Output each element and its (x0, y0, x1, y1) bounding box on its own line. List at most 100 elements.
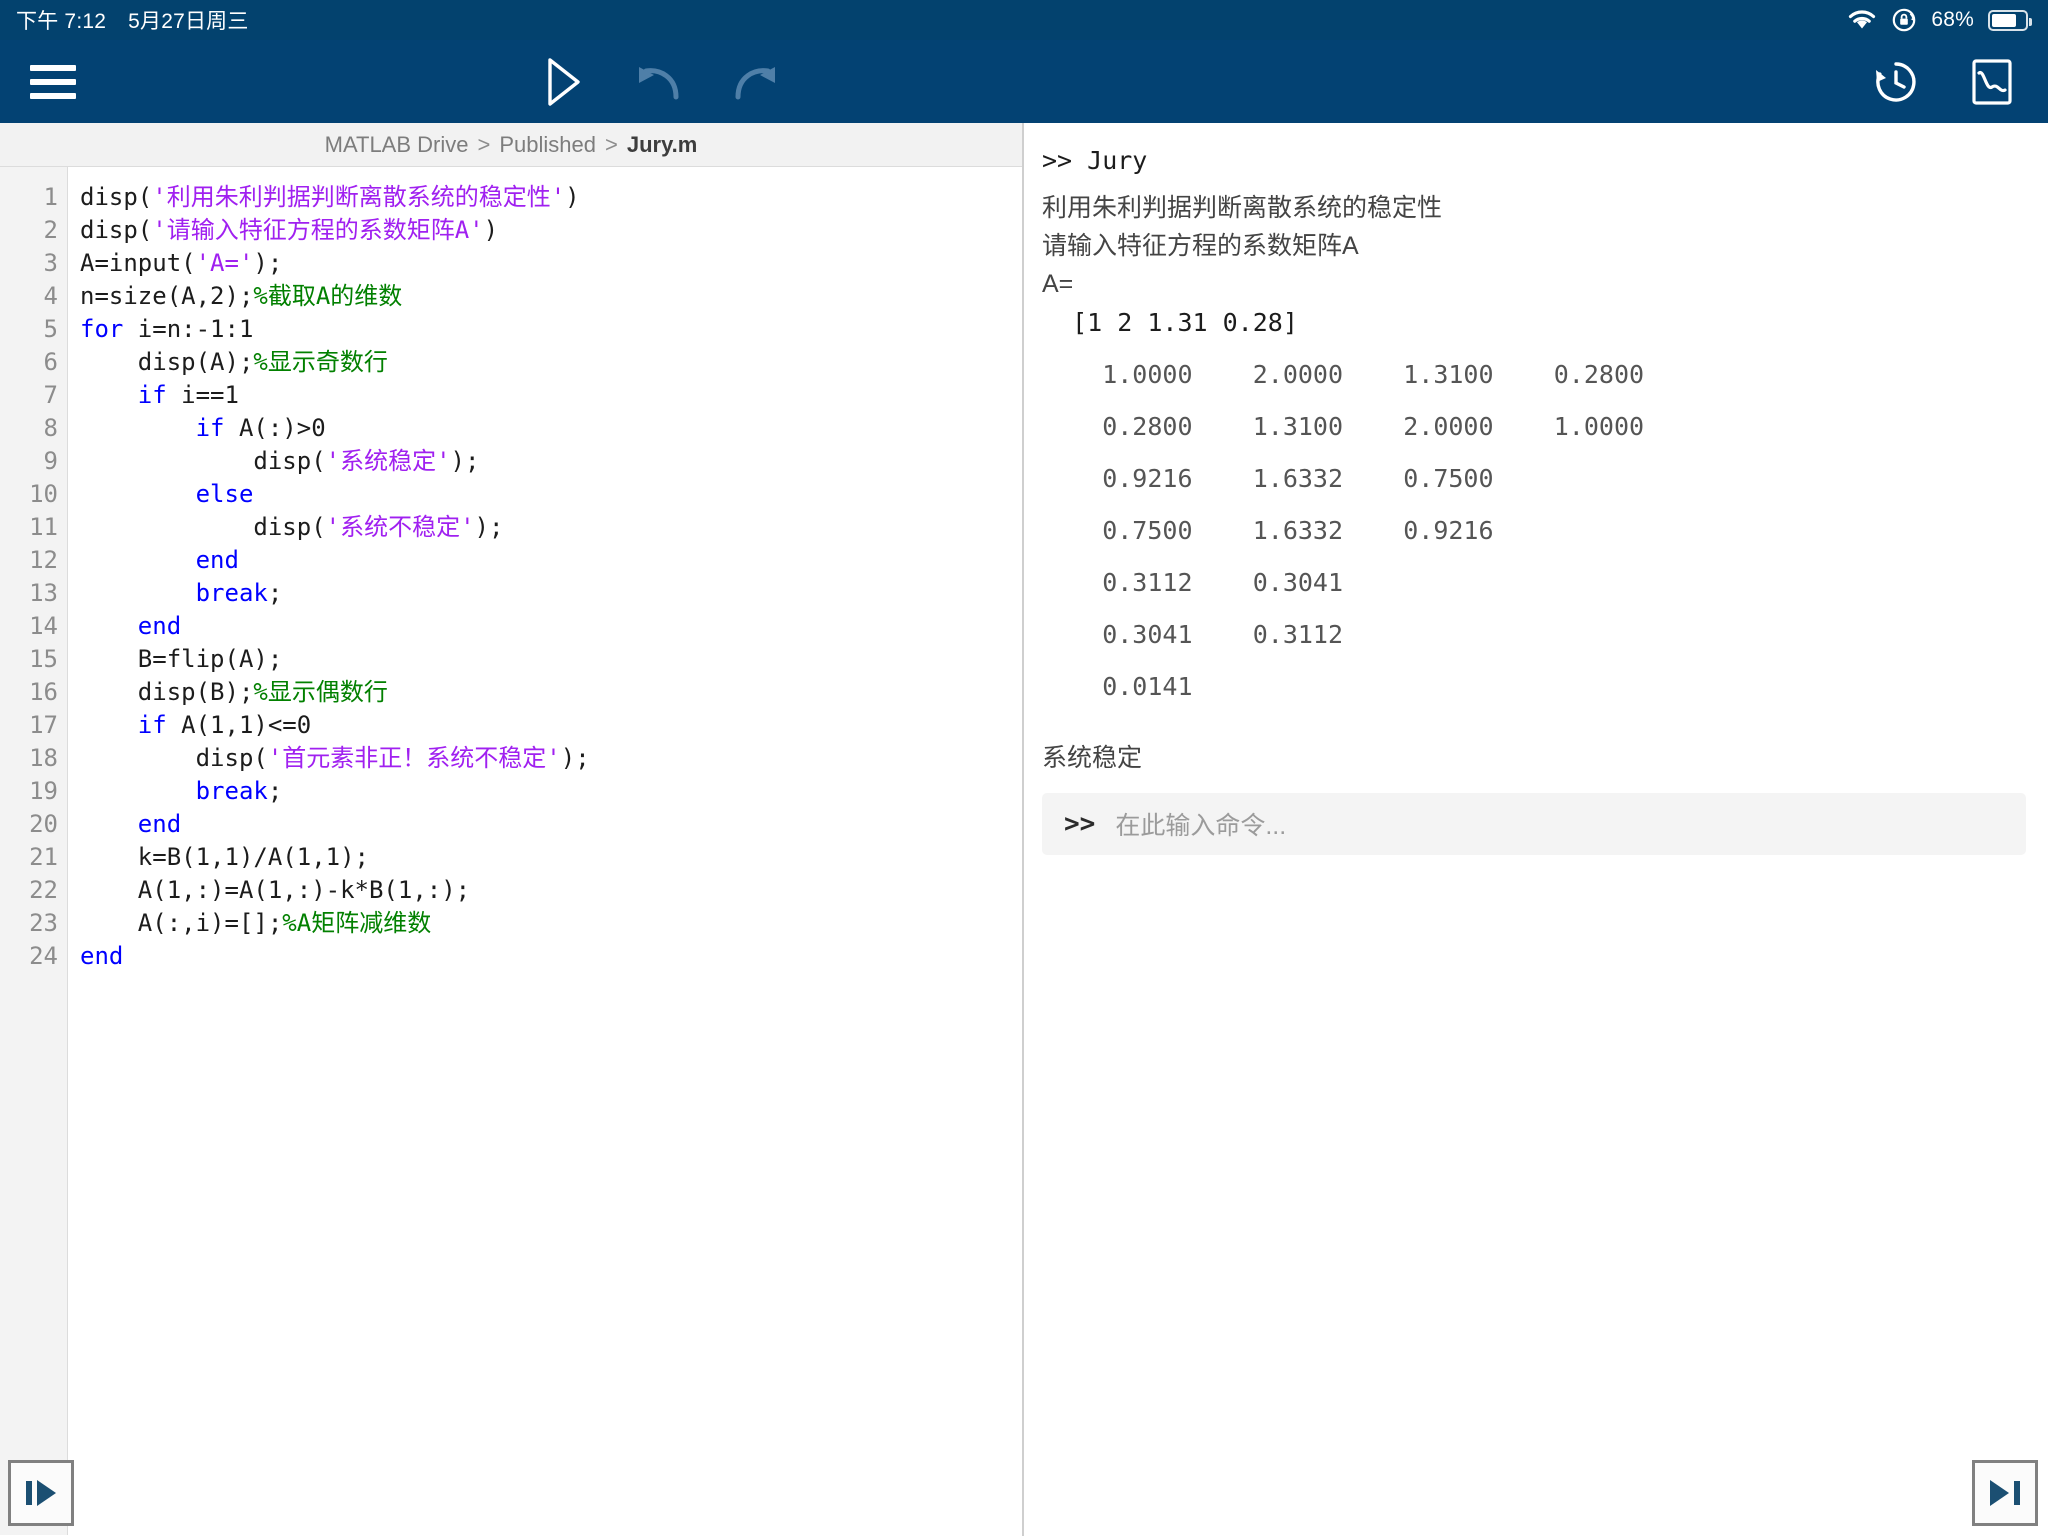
code-line[interactable]: disp('首元素非正！系统不稳定'); (80, 742, 1022, 775)
code-token-plain: ) (565, 183, 580, 211)
code-line[interactable]: end (80, 940, 1022, 973)
line-number: 23 (29, 909, 58, 937)
hamburger-menu-icon[interactable] (30, 64, 76, 99)
console-matrix-row: 0.9216 1.6332 0.7500 (1042, 464, 1494, 493)
line-number: 9 (43, 447, 58, 475)
line-number-gutter: 1 2 3 4 5 6 7 8 9 10 11 12 13 14 15 16 17 18 19 20 21 22 23 24 (0, 167, 68, 1535)
editor-pane: MATLAB Drive > Published > Jury.m 123456… (0, 123, 1022, 1536)
code-line[interactable]: n=size(A,2);%截取A的维数 (80, 280, 1022, 313)
code-token-plain: disp( (80, 513, 326, 541)
code-line[interactable]: if A(1,1)<=0 (80, 709, 1022, 742)
undo-arrow-icon[interactable] (632, 61, 684, 103)
console-matrix-row: 0.7500 1.6332 0.9216 (1042, 516, 1494, 545)
battery-percentage: 68% (1931, 8, 1974, 31)
step-to-end-icon[interactable] (1972, 1460, 2038, 1526)
command-input-placeholder: 在此输入命令... (1115, 812, 1287, 840)
rotation-lock-icon (1891, 7, 1917, 33)
breadcrumb-root[interactable]: MATLAB Drive (325, 132, 469, 158)
code-token-kw: end (80, 942, 124, 970)
code-line[interactable]: disp(A);%显示奇数行 (80, 346, 1022, 379)
code-content[interactable]: disp('利用朱利判据判断离散系统的稳定性') disp('请输入特征方程的系数… (68, 167, 1022, 1535)
code-token-plain: A(1,1)<=0 (166, 711, 312, 739)
line-number: 20 (29, 810, 58, 838)
status-bar: 下午 7:12 5月27日周三 68% (0, 0, 2048, 40)
toolbar-left-group (0, 64, 76, 99)
code-token-plain: ; (267, 579, 283, 607)
code-token-plain: disp( (80, 216, 153, 244)
code-line[interactable]: B=flip(A); (80, 643, 1022, 676)
code-editor[interactable]: 1 2 3 4 5 6 7 8 9 10 11 12 13 14 15 16 17 18 19 20 21 22 23 24 … (0, 167, 1022, 1535)
line-number: 10 (29, 480, 58, 508)
console-matrix-row: 1.0000 2.0000 1.3100 0.2800 (1042, 360, 1645, 389)
line-number: 7 (43, 381, 58, 409)
code-token-plain: ) (483, 216, 499, 244)
line-number: 14 (29, 612, 58, 640)
status-time: 下午 7:12 (16, 10, 107, 33)
code-line[interactable]: disp('系统不稳定'); (80, 511, 1022, 544)
line-number: 2 (43, 216, 58, 244)
toolbar-right-group (1872, 57, 2014, 107)
run-play-icon[interactable] (540, 56, 586, 108)
code-line[interactable]: disp('请输入特征方程的系数矩阵A') (80, 214, 1022, 247)
code-line[interactable]: A(:,i)=[];%A矩阵减维数 (80, 907, 1022, 940)
code-line[interactable]: if A(:)>0 (80, 412, 1022, 445)
code-token-kw: break (195, 777, 268, 805)
code-token-plain: ); (253, 249, 283, 277)
code-token-cmt: %A矩阵减维数 (282, 909, 432, 937)
code-line[interactable]: disp('利用朱利判据判断离散系统的稳定性') (80, 181, 1022, 214)
code-line[interactable]: end (80, 610, 1022, 643)
code-token-cmt: %截取A的维数 (253, 282, 403, 310)
console-user-input: [1 2 1.31 0.28] (1042, 308, 1298, 337)
code-line[interactable]: A(1,:)=A(1,:)-k*B(1,:); (80, 874, 1022, 907)
code-line[interactable]: for i=n:-1:1 (80, 313, 1022, 346)
code-token-plain: disp(B); (80, 678, 254, 706)
code-token-plain: disp( (80, 744, 268, 772)
code-token-plain: ; (267, 777, 283, 805)
command-input[interactable]: >> 在此输入命令... (1042, 793, 2026, 855)
command-history-icon[interactable] (1872, 58, 1920, 106)
console-matrix-row: 0.3041 0.3112 (1042, 620, 1344, 649)
code-line[interactable]: break; (80, 775, 1022, 808)
code-line[interactable]: disp(B);%显示偶数行 (80, 676, 1022, 709)
redo-arrow-icon[interactable] (730, 61, 782, 103)
code-token-str: '请输入特征方程的系数矩阵A' (152, 216, 484, 244)
line-number: 1 (43, 183, 58, 211)
line-number: 15 (29, 645, 58, 673)
figures-plot-icon[interactable] (1970, 57, 2014, 107)
code-line[interactable]: else (80, 478, 1022, 511)
code-token-plain: A(1,:)=A(1,:)-k*B(1,:); (80, 876, 471, 904)
code-token-cmt: %显示奇数行 (253, 348, 388, 376)
console-matrix-row: 0.0141 (1042, 672, 1193, 701)
breadcrumb-folder[interactable]: Published (499, 132, 596, 158)
line-number: 8 (43, 414, 58, 442)
code-token-plain: A(:)>0 (224, 414, 326, 442)
code-line[interactable]: break; (80, 577, 1022, 610)
code-line[interactable]: end (80, 544, 1022, 577)
code-line[interactable]: A=input('A='); (80, 247, 1022, 280)
code-token-plain: n=size(A,2); (80, 282, 254, 310)
code-line[interactable]: disp('系统稳定'); (80, 445, 1022, 478)
code-token-kw: end (137, 612, 182, 640)
code-token-kw: if (195, 414, 225, 442)
code-token-plain: i==1 (166, 381, 239, 409)
code-token-plain: disp( (80, 447, 326, 475)
code-token-str: 'A=' (195, 249, 254, 277)
code-line[interactable]: end (80, 808, 1022, 841)
step-into-right-icon[interactable] (8, 1460, 74, 1526)
line-number: 24 (29, 942, 58, 970)
code-line[interactable]: if i==1 (80, 379, 1022, 412)
console-result: 系统稳定 (1042, 744, 1143, 772)
status-bar-left: 下午 7:12 5月27日周三 (16, 5, 249, 35)
code-token-plain: ); (450, 447, 480, 475)
app-toolbar (0, 40, 2048, 123)
console-message-2: 请输入特征方程的系数矩阵A (1042, 232, 1359, 260)
code-line[interactable]: k=B(1,1)/A(1,1); (80, 841, 1022, 874)
code-token-plain: disp( (80, 183, 153, 211)
